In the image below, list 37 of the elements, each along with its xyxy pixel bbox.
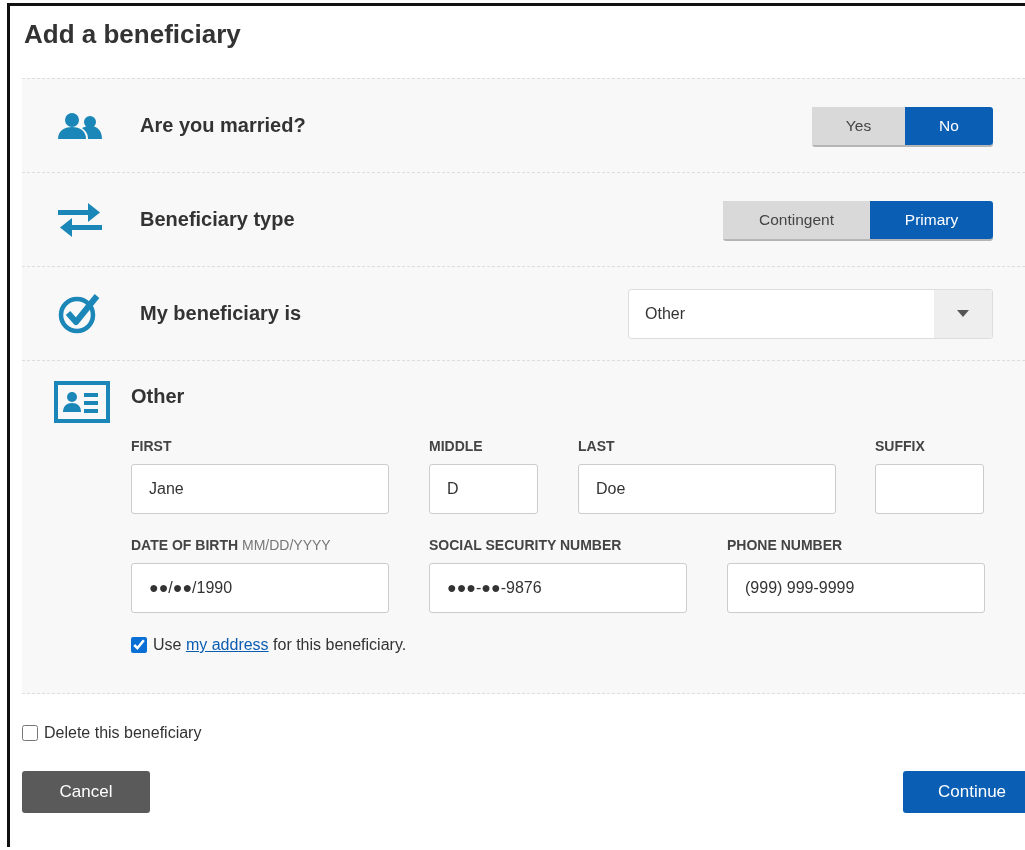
question-label: Beneficiary type (140, 208, 296, 231)
checkbox[interactable] (131, 637, 147, 653)
checkbox[interactable] (22, 725, 38, 741)
toggle-option[interactable]: No (905, 106, 993, 145)
id-card-icon (54, 381, 110, 423)
page-title: Add a beneficiary (23, 18, 242, 51)
field-label: DATE OF BIRTH (131, 537, 239, 553)
text-field[interactable]: Jane (131, 464, 389, 514)
section-heading: Other (131, 385, 186, 408)
field-label: SUFFIX (875, 438, 925, 454)
field-label: PHONE NUMBER (727, 537, 843, 553)
text-field[interactable]: (999) 999-9999 (727, 563, 985, 613)
question-label: My beneficiary is (140, 302, 303, 325)
people-icon (58, 111, 104, 140)
text-field[interactable]: ●●/●●/1990 (131, 563, 389, 613)
format-hint: MM/DD/YYYY (241, 537, 331, 553)
cancel-button[interactable]: Cancel (22, 771, 150, 813)
text-field[interactable]: Doe (578, 464, 836, 514)
field-label: LAST (578, 438, 615, 454)
swap-arrows-icon (58, 202, 102, 237)
check-circle-icon (58, 293, 100, 334)
text-field[interactable] (875, 464, 984, 514)
continue-button[interactable]: Continue (903, 771, 1025, 813)
caret-down-icon (957, 310, 969, 317)
checkbox-label: Use my address for this beneficiary. (153, 636, 407, 654)
text-field[interactable]: ●●●-●●-9876 (429, 563, 687, 613)
text-field[interactable]: D (429, 464, 538, 514)
field-label: FIRST (131, 438, 172, 454)
toggle-option[interactable]: Yes (812, 106, 905, 145)
question-label: Are you married? (140, 114, 307, 137)
field-label: MIDDLE (429, 438, 483, 454)
toggle-option[interactable]: Contingent (723, 200, 870, 239)
select-dropdown[interactable]: Other (628, 288, 993, 339)
address-link[interactable]: my address (185, 636, 269, 653)
toggle-option[interactable]: Primary (870, 200, 993, 239)
checkbox-label: Delete this beneficiary (44, 724, 202, 742)
field-label: SOCIAL SECURITY NUMBER (429, 537, 622, 553)
